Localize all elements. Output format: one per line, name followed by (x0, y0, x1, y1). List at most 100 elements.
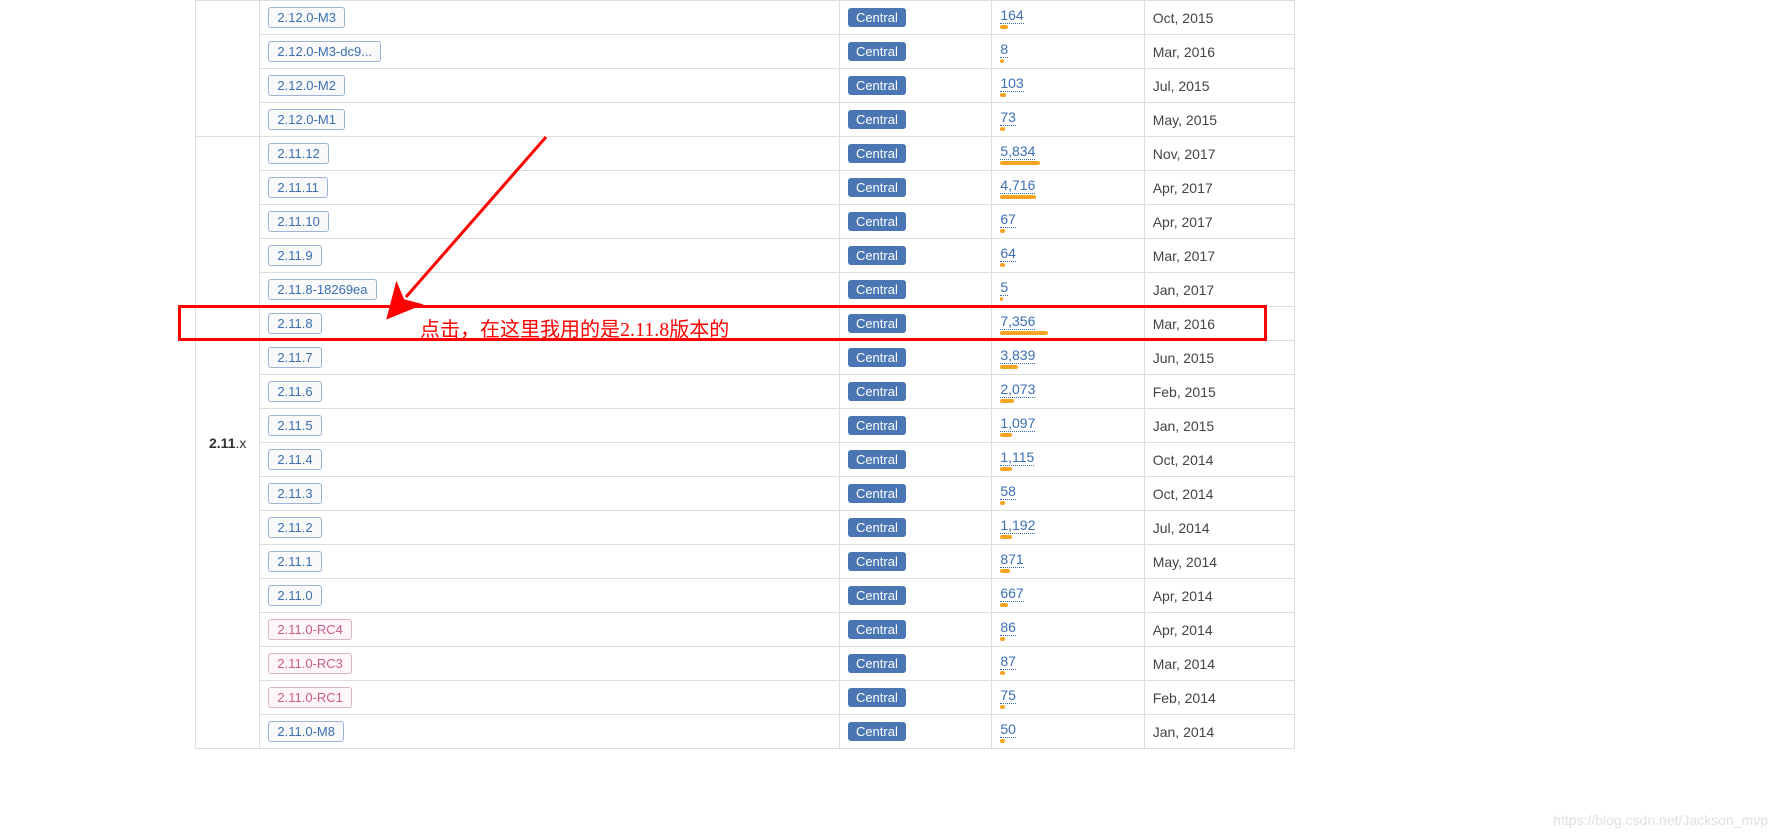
usages-link[interactable]: 2,073 (1000, 381, 1035, 398)
version-link[interactable]: 2.11.2 (268, 517, 321, 538)
version-link[interactable]: 2.11.0-RC1 (268, 687, 352, 708)
version-link[interactable]: 2.11.3 (268, 483, 321, 504)
table-row: 2.11.0-RC3Central87Mar, 2014 (196, 647, 1295, 681)
usages-link[interactable]: 58 (1000, 483, 1016, 500)
version-link[interactable]: 2.11.9 (268, 245, 321, 266)
version-cell: 2.11.12 (260, 137, 840, 171)
usages-link[interactable]: 667 (1000, 585, 1023, 602)
repository-badge[interactable]: Central (848, 246, 906, 265)
version-link[interactable]: 2.11.12 (268, 143, 328, 164)
repository-badge[interactable]: Central (848, 688, 906, 707)
version-cell: 2.12.0-M1 (260, 103, 840, 137)
usages-link[interactable]: 64 (1000, 245, 1016, 262)
version-link[interactable]: 2.11.4 (268, 449, 321, 470)
repository-badge[interactable]: Central (848, 484, 906, 503)
usages-link[interactable]: 50 (1000, 721, 1016, 738)
usage-bar (1000, 161, 1040, 165)
usages-link[interactable]: 164 (1000, 7, 1023, 24)
usages-link[interactable]: 7,356 (1000, 313, 1035, 330)
usages-cell: 87 (992, 647, 1144, 681)
usages-link[interactable]: 103 (1000, 75, 1023, 92)
repository-badge[interactable]: Central (848, 348, 906, 367)
date-cell: Jan, 2017 (1144, 273, 1294, 307)
repository-badge[interactable]: Central (848, 654, 906, 673)
usages-cell: 164 (992, 1, 1144, 35)
usages-cell: 871 (992, 545, 1144, 579)
version-cell: 2.11.0-RC4 (260, 613, 840, 647)
date-cell: Oct, 2015 (1144, 1, 1294, 35)
repository-cell: Central (839, 375, 991, 409)
version-link[interactable]: 2.11.11 (268, 177, 327, 198)
date-cell: Feb, 2014 (1144, 681, 1294, 715)
usages-link[interactable]: 1,192 (1000, 517, 1035, 534)
table-row: 2.11.10Central67Apr, 2017 (196, 205, 1295, 239)
version-link[interactable]: 2.12.0-M3 (268, 7, 345, 28)
repository-badge[interactable]: Central (848, 552, 906, 571)
date-cell: Oct, 2014 (1144, 443, 1294, 477)
usages-link[interactable]: 4,716 (1000, 177, 1035, 194)
repository-badge[interactable]: Central (848, 110, 906, 129)
usages-cell: 5 (992, 273, 1144, 307)
usages-link[interactable]: 67 (1000, 211, 1016, 228)
version-link[interactable]: 2.11.5 (268, 415, 321, 436)
repository-badge[interactable]: Central (848, 178, 906, 197)
date-cell: Feb, 2015 (1144, 375, 1294, 409)
repository-badge[interactable]: Central (848, 722, 906, 741)
table-row: 2.11.8-18269ea Central 5 Jan, 2017 (196, 273, 1295, 307)
usages-link[interactable]: 871 (1000, 551, 1023, 568)
repository-badge[interactable]: Central (848, 586, 906, 605)
version-link[interactable]: 2.11.1 (268, 551, 321, 572)
version-link[interactable]: 2.11.6 (268, 381, 321, 402)
usage-bar (1000, 229, 1005, 233)
usages-link[interactable]: 87 (1000, 653, 1016, 670)
repository-badge[interactable]: Central (848, 144, 906, 163)
version-cell: 2.11.7 (260, 341, 840, 375)
repository-badge[interactable]: Central (848, 280, 906, 299)
usages-link[interactable]: 8 (1000, 41, 1008, 58)
version-cell: 2.11.5 (260, 409, 840, 443)
usages-link[interactable]: 3,839 (1000, 347, 1035, 364)
date-cell: Jan, 2014 (1144, 715, 1294, 749)
repository-badge[interactable]: Central (848, 212, 906, 231)
version-link[interactable]: 2.11.8-18269ea (268, 279, 376, 300)
usages-cell: 86 (992, 613, 1144, 647)
version-link[interactable]: 2.12.0-M2 (268, 75, 345, 96)
usages-link[interactable]: 5,834 (1000, 143, 1035, 160)
usages-link[interactable]: 1,097 (1000, 415, 1035, 432)
repository-badge[interactable]: Central (848, 382, 906, 401)
repository-badge[interactable]: Central (848, 76, 906, 95)
repository-badge[interactable]: Central (848, 620, 906, 639)
version-cell: 2.11.6 (260, 375, 840, 409)
usages-cell: 103 (992, 69, 1144, 103)
table-row: 2.11.0Central667Apr, 2014 (196, 579, 1295, 613)
repository-badge[interactable]: Central (848, 416, 906, 435)
usage-bar (1000, 467, 1012, 471)
repository-badge[interactable]: Central (848, 450, 906, 469)
version-link[interactable]: 2.11.10 (268, 211, 328, 232)
version-link[interactable]: 2.11.7 (268, 347, 321, 368)
version-link[interactable]: 2.11.0-RC4 (268, 619, 352, 640)
repository-badge[interactable]: Central (848, 42, 906, 61)
version-cell: 2.12.0-M3 (260, 1, 840, 35)
usages-link[interactable]: 75 (1000, 687, 1016, 704)
version-link[interactable]: 2.11.0 (268, 585, 321, 606)
repository-cell: Central (839, 477, 991, 511)
table-row: 2.11.0-RC1 Central 75 Feb, 2014 (196, 681, 1295, 715)
usages-link[interactable]: 5 (1000, 279, 1008, 296)
version-link[interactable]: 2.11.8 (268, 313, 321, 334)
repository-badge[interactable]: Central (848, 314, 906, 333)
version-link[interactable]: 2.12.0-M1 (268, 109, 345, 130)
version-link[interactable]: 2.12.0-M3-dc9... (268, 41, 381, 62)
repository-badge[interactable]: Central (848, 8, 906, 27)
usage-bar (1000, 59, 1004, 63)
usages-link[interactable]: 1,115 (1000, 449, 1034, 466)
repository-cell: Central (839, 239, 991, 273)
version-link[interactable]: 2.11.0-RC3 (268, 653, 352, 674)
version-cell: 2.11.0 (260, 579, 840, 613)
version-link[interactable]: 2.11.0-M8 (268, 721, 344, 742)
repository-badge[interactable]: Central (848, 518, 906, 537)
usages-link[interactable]: 86 (1000, 619, 1016, 636)
table-row: 2.11.0-M8 Central 50 Jan, 2014 (196, 715, 1295, 749)
usages-link[interactable]: 73 (1000, 109, 1016, 126)
version-cell: 2.11.3 (260, 477, 840, 511)
